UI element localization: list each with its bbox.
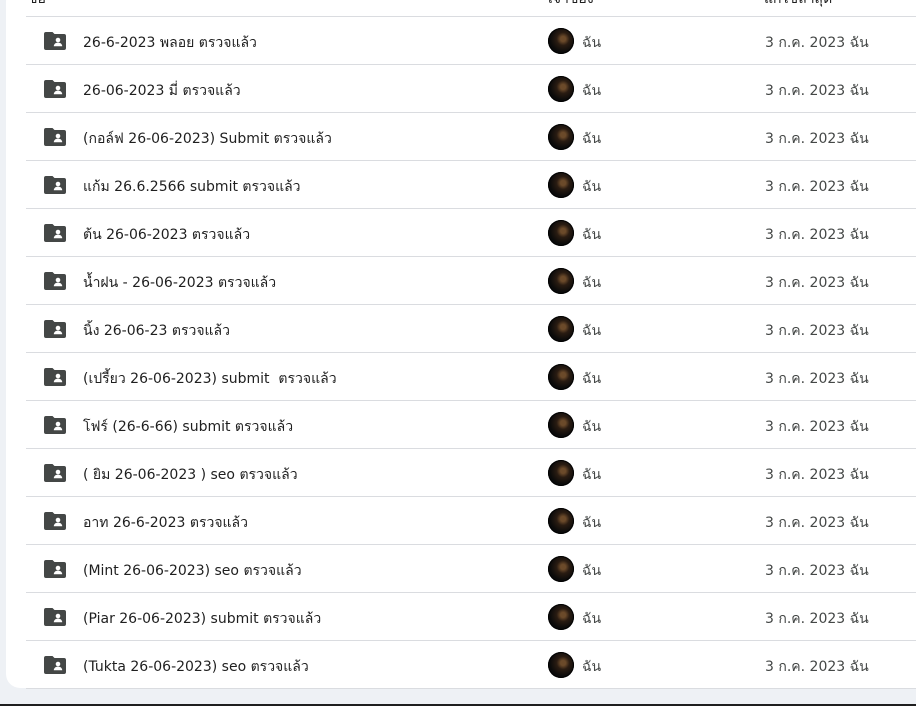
owner-avatar	[548, 28, 574, 54]
shared-folder-icon	[44, 128, 66, 146]
file-name[interactable]: ต้น 26-06-2023 ตรวจแล้ว	[83, 224, 250, 246]
last-modified: 3 ก.ค. 2023 ฉัน	[765, 131, 869, 147]
file-row[interactable]: ( ยิม 26-06-2023 ) seo ตรวจแล้ว ฉัน 3 ก.ค.…	[26, 449, 916, 497]
file-name[interactable]: (กอล์ฟ 26-06-2023) Submit ตรวจแล้ว	[83, 128, 332, 150]
column-header-row: ชื่อ เจ้าของ แก้ไขล่าสุด	[26, 0, 916, 17]
file-row[interactable]: นิ้ง 26-06-23 ตรวจแล้ว ฉัน 3 ก.ค. 2023 ฉัน	[26, 305, 916, 353]
owner-avatar	[548, 412, 574, 438]
file-row[interactable]: แก้ม 26.6.2566 submit ตรวจแล้ว ฉัน 3 ก.ค. …	[26, 161, 916, 209]
owner-label: ฉัน	[582, 467, 602, 483]
shared-folder-icon	[44, 272, 66, 290]
last-modified: 3 ก.ค. 2023 ฉัน	[765, 467, 869, 483]
owner-label: ฉัน	[582, 35, 602, 51]
last-modified: 3 ก.ค. 2023 ฉัน	[765, 179, 869, 195]
shared-folder-icon	[44, 320, 66, 338]
last-modified: 3 ก.ค. 2023 ฉัน	[765, 611, 869, 627]
file-row[interactable]: (เปรี้ยว 26-06-2023) submit ตรวจแล้ว ฉัน 3…	[26, 353, 916, 401]
file-name[interactable]: น้ำฝน - 26-06-2023 ตรวจแล้ว	[83, 272, 276, 294]
last-modified: 3 ก.ค. 2023 ฉัน	[765, 371, 869, 387]
shared-folder-icon	[44, 560, 66, 578]
file-row[interactable]: 26-6-2023 พลอย ตรวจแล้ว ฉัน 3 ก.ค. 2023 ฉั…	[26, 17, 916, 65]
shared-folder-icon	[44, 656, 66, 674]
name-column-header[interactable]: ชื่อ	[28, 0, 46, 10]
shared-folder-icon	[44, 464, 66, 482]
owner-label: ฉัน	[582, 323, 602, 339]
owner-avatar	[548, 76, 574, 102]
modified-column-header[interactable]: แก้ไขล่าสุด	[764, 0, 832, 10]
owner-avatar	[548, 124, 574, 150]
shared-folder-icon	[44, 512, 66, 530]
owner-label: ฉัน	[582, 611, 602, 627]
file-list: 26-6-2023 พลอย ตรวจแล้ว ฉัน 3 ก.ค. 2023 ฉั…	[26, 17, 916, 689]
owner-avatar	[548, 508, 574, 534]
owner-label: ฉัน	[582, 227, 602, 243]
owner-label: ฉัน	[582, 275, 602, 291]
file-name[interactable]: อาท 26-6-2023 ตรวจแล้ว	[83, 512, 248, 534]
file-row[interactable]: โฟร์ (26-6-66) submit ตรวจแล้ว ฉัน 3 ก.ค. …	[26, 401, 916, 449]
file-row[interactable]: 26-06-2023 มี่ ตรวจแล้ว ฉัน 3 ก.ค. 2023 ฉั…	[26, 65, 916, 113]
shared-folder-icon	[44, 176, 66, 194]
file-row[interactable]: ต้น 26-06-2023 ตรวจแล้ว ฉัน 3 ก.ค. 2023 ฉั…	[26, 209, 916, 257]
shared-folder-icon	[44, 416, 66, 434]
file-name[interactable]: โฟร์ (26-6-66) submit ตรวจแล้ว	[83, 416, 293, 438]
shared-folder-icon	[44, 368, 66, 386]
file-row[interactable]: อาท 26-6-2023 ตรวจแล้ว ฉัน 3 ก.ค. 2023 ฉัน	[26, 497, 916, 545]
file-name[interactable]: ( ยิม 26-06-2023 ) seo ตรวจแล้ว	[83, 464, 298, 486]
owner-avatar	[548, 460, 574, 486]
file-name[interactable]: แก้ม 26.6.2566 submit ตรวจแล้ว	[83, 176, 301, 198]
last-modified: 3 ก.ค. 2023 ฉัน	[765, 227, 869, 243]
file-name[interactable]: (Tukta 26-06-2023) seo ตรวจแล้ว	[83, 656, 309, 678]
shared-folder-icon	[44, 608, 66, 626]
shared-folder-icon	[44, 32, 66, 50]
owner-avatar	[548, 172, 574, 198]
owner-column-header[interactable]: เจ้าของ	[548, 0, 594, 10]
owner-label: ฉัน	[582, 179, 602, 195]
owner-avatar	[548, 556, 574, 582]
file-row[interactable]: (Mint 26-06-2023) seo ตรวจแล้ว ฉัน 3 ก.ค. …	[26, 545, 916, 593]
file-name[interactable]: (Mint 26-06-2023) seo ตรวจแล้ว	[83, 560, 302, 582]
last-modified: 3 ก.ค. 2023 ฉัน	[765, 419, 869, 435]
last-modified: 3 ก.ค. 2023 ฉัน	[765, 323, 869, 339]
file-name[interactable]: 26-06-2023 มี่ ตรวจแล้ว	[83, 80, 241, 102]
owner-label: ฉัน	[582, 659, 602, 675]
file-row[interactable]: (Piar 26-06-2023) submit ตรวจแล้ว ฉัน 3 ก.…	[26, 593, 916, 641]
last-modified: 3 ก.ค. 2023 ฉัน	[765, 515, 869, 531]
owner-avatar	[548, 652, 574, 678]
file-name[interactable]: (เปรี้ยว 26-06-2023) submit ตรวจแล้ว	[83, 368, 337, 390]
last-modified: 3 ก.ค. 2023 ฉัน	[765, 35, 869, 51]
owner-avatar	[548, 604, 574, 630]
owner-label: ฉัน	[582, 563, 602, 579]
file-row[interactable]: (Tukta 26-06-2023) seo ตรวจแล้ว ฉัน 3 ก.ค.…	[26, 641, 916, 689]
file-name[interactable]: (Piar 26-06-2023) submit ตรวจแล้ว	[83, 608, 321, 630]
owner-avatar	[548, 220, 574, 246]
owner-avatar	[548, 316, 574, 342]
last-modified: 3 ก.ค. 2023 ฉัน	[765, 563, 869, 579]
shared-folder-icon	[44, 80, 66, 98]
file-row[interactable]: (กอล์ฟ 26-06-2023) Submit ตรวจแล้ว ฉัน 3 ก…	[26, 113, 916, 161]
owner-label: ฉัน	[582, 83, 602, 99]
file-name[interactable]: นิ้ง 26-06-23 ตรวจแล้ว	[83, 320, 230, 342]
shared-folder-icon	[44, 224, 66, 242]
last-modified: 3 ก.ค. 2023 ฉัน	[765, 659, 869, 675]
owner-label: ฉัน	[582, 515, 602, 531]
last-modified: 3 ก.ค. 2023 ฉัน	[765, 83, 869, 99]
owner-avatar	[548, 364, 574, 390]
file-name[interactable]: 26-6-2023 พลอย ตรวจแล้ว	[83, 32, 257, 54]
owner-label: ฉัน	[582, 131, 602, 147]
file-row[interactable]: น้ำฝน - 26-06-2023 ตรวจแล้ว ฉัน 3 ก.ค. 202…	[26, 257, 916, 305]
owner-label: ฉัน	[582, 419, 602, 435]
last-modified: 3 ก.ค. 2023 ฉัน	[765, 275, 869, 291]
owner-label: ฉัน	[582, 371, 602, 387]
owner-avatar	[548, 268, 574, 294]
